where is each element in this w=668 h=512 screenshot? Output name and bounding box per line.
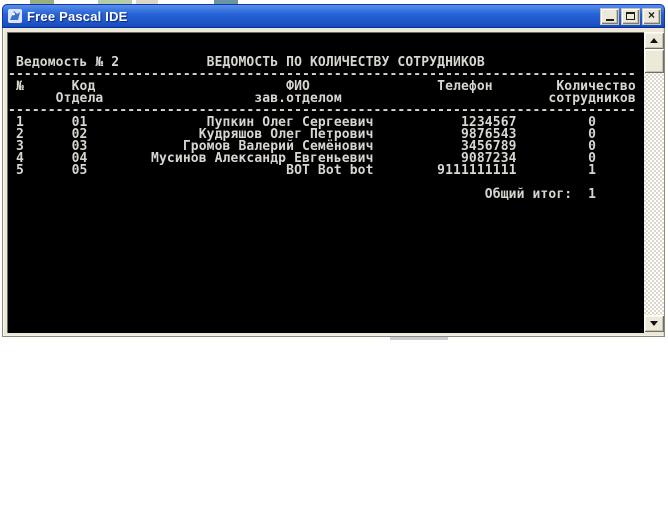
console-screen[interactable]: Ведомость № 2 ВЕДОМОСТЬ ПО КОЛИЧЕСТВУ СО…	[7, 32, 644, 333]
titlebar[interactable]: Free Pascal IDE ×	[2, 4, 665, 28]
scrollbar-up-button[interactable]	[644, 32, 664, 49]
close-button[interactable]: ×	[642, 8, 661, 25]
maximize-button[interactable]	[621, 8, 640, 25]
window-body: Ведомость № 2 ВЕДОМОСТЬ ПО КОЛИЧЕСТВУ СО…	[2, 28, 665, 337]
window-controls: ×	[600, 8, 661, 25]
close-icon: ×	[648, 9, 655, 21]
minimize-button[interactable]	[600, 8, 619, 25]
scrollbar-track[interactable]	[644, 32, 664, 332]
desktop: { "window": { "title": "Free Pascal IDE"…	[0, 0, 668, 512]
arrow-up-icon	[650, 38, 658, 43]
scrollbar	[644, 32, 664, 332]
app-icon	[7, 8, 23, 24]
scrollbar-thumb[interactable]	[644, 49, 664, 73]
window-title: Free Pascal IDE	[27, 9, 600, 24]
maximize-icon	[626, 12, 635, 20]
scrollbar-down-button[interactable]	[644, 315, 664, 332]
background-artifact	[390, 337, 448, 340]
minimize-icon	[606, 19, 614, 21]
arrow-down-icon	[650, 321, 658, 326]
free-pascal-ide-window: Free Pascal IDE × Ведомость № 2 ВЕДОМОСТ…	[2, 4, 665, 337]
console-text: Ведомость № 2 ВЕДОМОСТЬ ПО КОЛИЧЕСТВУ СО…	[8, 33, 644, 201]
